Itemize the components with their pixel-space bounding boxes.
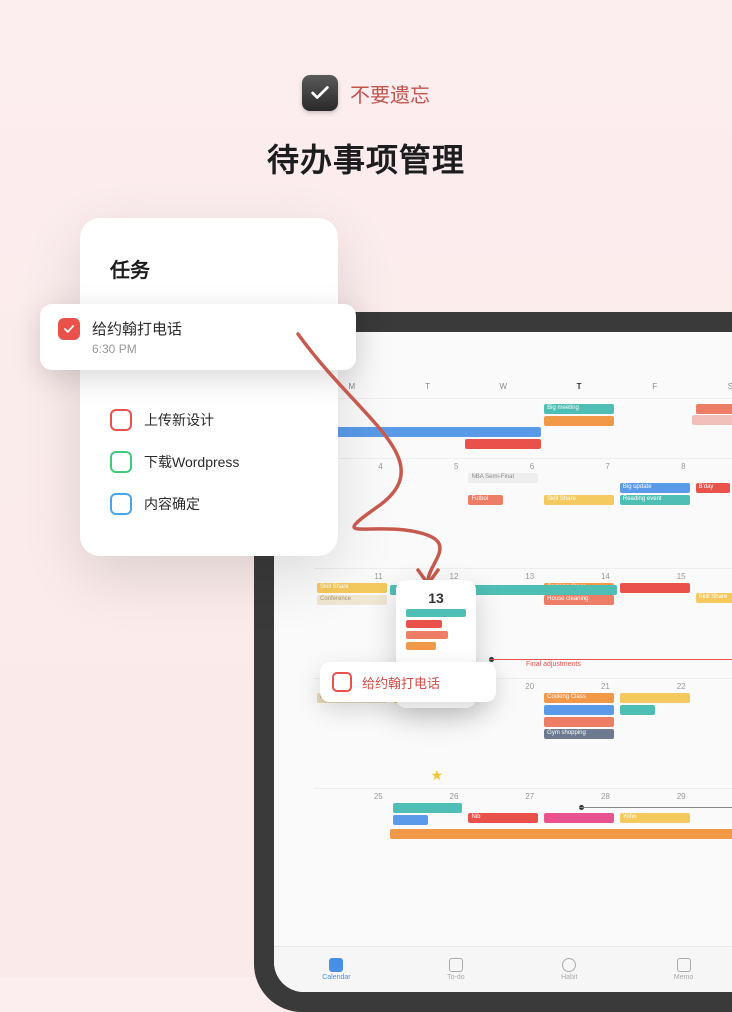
event-bar[interactable]: B'day	[696, 483, 731, 493]
task-label: 给约翰打电话	[92, 318, 338, 339]
memo-icon	[677, 958, 691, 972]
mini-event-bar	[406, 631, 448, 639]
app-icon	[302, 75, 338, 111]
todo-icon	[449, 958, 463, 972]
task-label: 上传新设计	[144, 410, 214, 430]
event-span[interactable]	[692, 415, 732, 425]
event-bar[interactable]	[544, 717, 614, 727]
event-span[interactable]	[465, 439, 541, 449]
tab-memo[interactable]: Memo	[674, 958, 693, 981]
weekday-header: M T W T F S S	[314, 382, 732, 391]
event-span[interactable]	[390, 829, 732, 839]
event-bar[interactable]: Futbol	[468, 495, 503, 505]
day-card-date: 13	[406, 590, 466, 606]
mini-event-bar	[406, 620, 442, 628]
event-bar[interactable]: Reading event	[620, 495, 690, 505]
todo-bubble-label: 给约翰打电话	[362, 673, 440, 692]
header: 不要遗忘 待办事项管理	[0, 0, 732, 181]
event-bar[interactable]: Yoho	[620, 813, 690, 823]
event-bar[interactable]: Skill Share	[544, 495, 614, 505]
event-bar[interactable]: Gym shopping	[544, 729, 614, 739]
todo-drop-bubble[interactable]: 给约翰打电话	[320, 662, 496, 702]
event-bar[interactable]: Cooking Class	[544, 693, 614, 703]
header-subtitle: 不要遗忘	[350, 79, 430, 108]
task-list: 上传新设计 下载Wordpress 内容确定	[80, 399, 338, 525]
event-bar[interactable]: Skill Share	[696, 593, 732, 603]
task-time: 6:30 PM	[92, 342, 338, 356]
checkbox-checked-icon[interactable]	[58, 318, 80, 340]
mini-event-bar	[406, 642, 436, 650]
event-bar[interactable]: House cleaning	[544, 595, 614, 605]
event-bar[interactable]	[696, 404, 732, 414]
event-bar[interactable]	[393, 803, 463, 813]
annotation-text: Final adjustments	[526, 661, 581, 668]
task-highlighted[interactable]: 给约翰打电话 6:30 PM	[40, 304, 356, 370]
tab-habit[interactable]: Habit	[561, 958, 577, 981]
tab-todo[interactable]: To-do	[447, 958, 465, 981]
task-item[interactable]: 下载Wordpress	[110, 441, 308, 483]
calendar-icon	[329, 958, 343, 972]
task-item[interactable]: 内容确定	[110, 483, 308, 525]
event-bar[interactable]: Big meeting	[544, 404, 614, 414]
event-bar[interactable]	[620, 705, 655, 715]
event-bar[interactable]: Skill Share	[317, 583, 387, 593]
event-bar[interactable]: Nib	[468, 813, 538, 823]
task-label: 内容确定	[144, 494, 200, 514]
star-icon: ★	[431, 767, 444, 784]
page-title: 待办事项管理	[0, 135, 732, 181]
checkbox-icon[interactable]	[332, 672, 352, 692]
event-bar[interactable]	[544, 705, 614, 715]
tasks-section-title: 任务	[80, 254, 338, 299]
task-item[interactable]: 上传新设计	[110, 399, 308, 441]
checkbox-icon[interactable]	[110, 493, 132, 515]
habit-icon	[562, 958, 576, 972]
tasks-card: 任务 给约翰打电话 6:30 PM 上传新设计 下载Wordpress 内容确定	[80, 218, 338, 556]
event-bar[interactable]	[620, 583, 690, 593]
mini-event-bar	[406, 609, 466, 617]
event-bar[interactable]	[544, 813, 614, 823]
tab-calendar[interactable]: Calendar	[322, 958, 350, 981]
event-bar[interactable]: NBA Semi-Final	[468, 473, 538, 483]
checkbox-icon[interactable]	[110, 451, 132, 473]
event-bar[interactable]	[393, 815, 428, 825]
event-bar[interactable]: Conference	[317, 595, 387, 605]
checkbox-icon[interactable]	[110, 409, 132, 431]
event-bar[interactable]	[620, 693, 690, 703]
tab-bar: Calendar To-do Habit Memo More	[274, 946, 732, 992]
event-bar[interactable]	[544, 416, 614, 426]
task-label: 下载Wordpress	[144, 452, 239, 472]
event-bar[interactable]: Big update	[620, 483, 690, 493]
event-span[interactable]	[314, 427, 541, 437]
